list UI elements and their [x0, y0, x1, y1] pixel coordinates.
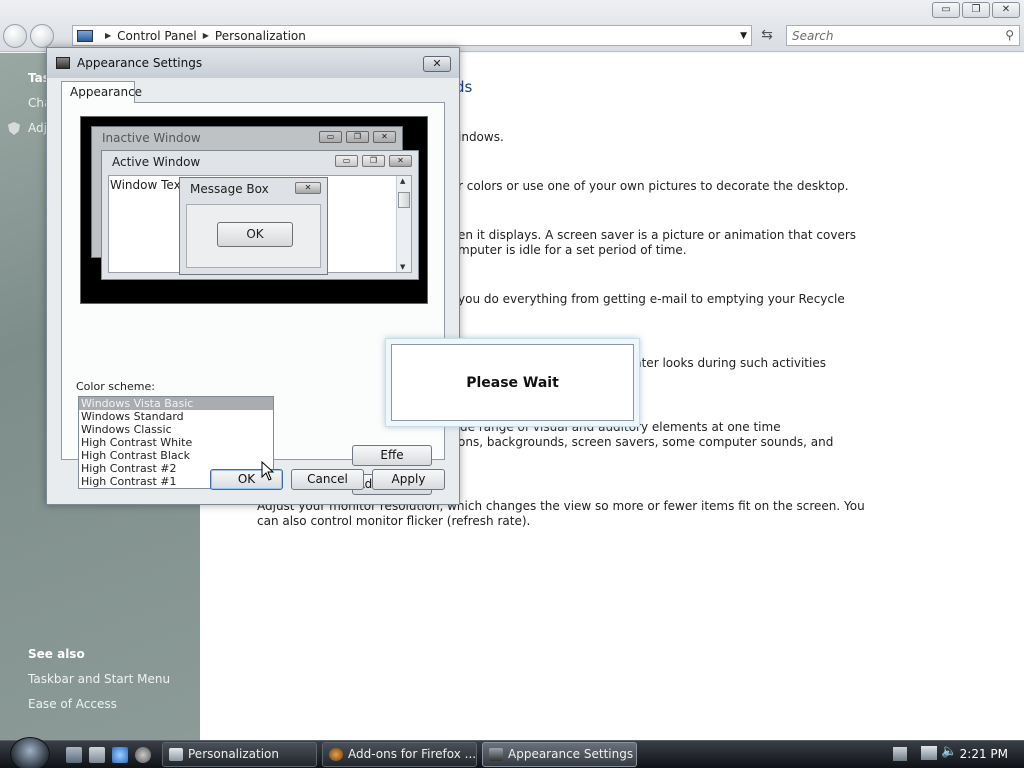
effects-button[interactable]: Effe: [352, 445, 432, 466]
close-button[interactable]: ✕: [992, 2, 1020, 18]
control-panel-icon: [169, 748, 183, 761]
please-wait-dialog: Please Wait: [385, 338, 640, 427]
appearance-settings-dialog: Appearance Settings ✕ Appearance Inactiv…: [46, 47, 460, 505]
list-item[interactable]: Windows Classic: [79, 423, 273, 436]
chevron-right-icon: ▶: [202, 31, 209, 40]
content-line: ons, backgrounds, screen savers, some co…: [458, 435, 834, 449]
breadcrumb-personalization[interactable]: Personalization: [215, 29, 306, 43]
taskbar-label: Appearance Settings: [508, 747, 634, 761]
list-item[interactable]: High Contrast Black: [79, 449, 273, 462]
media-player-icon[interactable]: [135, 747, 151, 763]
explorer-toolbar: ▭ ❐ ✕ ▶ Control Panel ▶ Personalization …: [0, 0, 1024, 52]
tray-app-icon[interactable]: [893, 747, 907, 761]
cancel-button[interactable]: Cancel: [291, 469, 364, 490]
back-button[interactable]: [3, 24, 27, 48]
content-line: can also control monitor flicker (refres…: [257, 514, 531, 528]
minimize-button[interactable]: ▭: [932, 2, 960, 18]
content-line: you do everything from getting e-mail to…: [458, 292, 845, 306]
forward-button[interactable]: [30, 24, 54, 48]
preview-message-box: Message Box ✕ OK: [179, 177, 328, 275]
list-item[interactable]: High Contrast White: [79, 436, 273, 449]
taskbar-label: Add-ons for Firefox ...: [348, 747, 477, 761]
content-line: indows.: [458, 130, 504, 144]
maximize-button[interactable]: ❐: [962, 2, 990, 18]
preview-window-text: Window Text: [110, 178, 186, 192]
apply-button[interactable]: Apply: [372, 469, 445, 490]
scroll-up-icon: ▲: [400, 177, 406, 185]
breadcrumb-control-panel[interactable]: Control Panel: [117, 29, 197, 43]
see-also-taskbar-link[interactable]: Taskbar and Start Menu: [28, 672, 170, 686]
scroll-thumb: [398, 192, 410, 208]
chevron-right-icon: ▶: [105, 31, 112, 40]
start-button[interactable]: [10, 737, 50, 768]
show-desktop-icon[interactable]: [66, 747, 82, 763]
switch-windows-icon[interactable]: [89, 747, 105, 763]
control-panel-icon: [77, 29, 93, 42]
display-icon: [489, 748, 503, 761]
search-input[interactable]: Search ⚲: [786, 25, 1020, 46]
list-item[interactable]: Windows Standard: [79, 410, 273, 423]
content-line: r colors or use one of your own pictures…: [458, 179, 849, 193]
scheme-preview: Inactive Window ▭ ❐ ✕ Active Window ▭ ❐ ✕ Wi…: [80, 116, 428, 304]
content-line: en it displays. A screen saver is a pict…: [458, 228, 857, 242]
tab-appearance[interactable]: Appearance: [61, 81, 142, 103]
clock[interactable]: 2:21 PM: [960, 747, 1008, 761]
volume-icon[interactable]: 🔈: [941, 744, 957, 759]
dialog-title: Appearance Settings: [47, 48, 459, 78]
taskbar-button-personalization[interactable]: Personalization: [162, 742, 317, 767]
firefox-icon: [329, 748, 343, 761]
display-icon: [56, 57, 70, 69]
content-line: mputer is idle for a set period of time.: [458, 243, 687, 257]
notification-area: 🔈 2:21 PM: [885, 741, 1024, 768]
see-also-ease-of-access-link[interactable]: Ease of Access: [28, 697, 117, 711]
preview-msgbox-client: OK: [186, 204, 321, 268]
content-line: nter looks during such activities: [634, 356, 826, 370]
taskbar-button-firefox[interactable]: Add-ons for Firefox ...: [322, 742, 477, 767]
see-also-title: See also: [28, 647, 85, 661]
refresh-icon[interactable]: ⇆: [756, 26, 778, 45]
address-bar[interactable]: ▶ Control Panel ▶ Personalization ▼: [72, 25, 752, 46]
chevron-down-icon[interactable]: ▼: [740, 31, 747, 41]
shield-icon: [8, 122, 20, 135]
please-wait-text: Please Wait: [391, 344, 634, 421]
window-controls: ▭ ❐ ✕: [932, 2, 1020, 18]
scroll-down-icon: ▼: [400, 263, 406, 271]
preview-scrollbar: ▲ ▼: [396, 176, 411, 272]
taskbar-button-appearance-settings[interactable]: Appearance Settings: [482, 742, 637, 767]
search-icon[interactable]: ⚲: [1005, 28, 1014, 42]
internet-explorer-icon[interactable]: [112, 747, 128, 763]
preview-ok-button: OK: [217, 222, 293, 247]
list-item[interactable]: Windows Vista Basic: [79, 397, 273, 410]
task-pane-link-2[interactable]: Adj: [28, 121, 47, 135]
color-scheme-label: Color scheme:: [76, 380, 155, 393]
search-placeholder: Search: [792, 29, 834, 43]
network-icon[interactable]: [921, 746, 937, 760]
taskbar: Personalization Add-ons for Firefox ... …: [0, 737, 1024, 768]
taskbar-label: Personalization: [188, 747, 279, 761]
dialog-close-button[interactable]: ✕: [423, 56, 451, 72]
